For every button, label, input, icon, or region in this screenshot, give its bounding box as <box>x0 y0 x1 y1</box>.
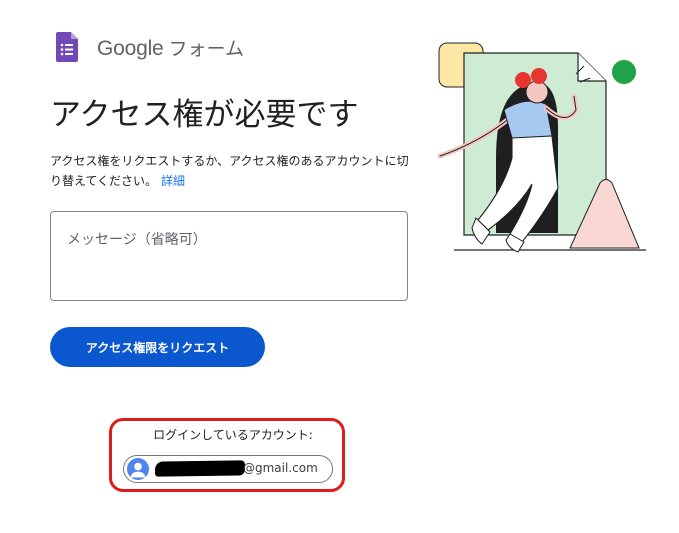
description-text: アクセス権をリクエストするか、アクセス権のあるアカウントに切り替えてください。 <box>50 154 409 188</box>
page-title: アクセス権が必要です <box>50 97 359 133</box>
details-link[interactable]: 詳細 <box>161 174 185 188</box>
request-access-button[interactable]: アクセス権限をリクエスト <box>50 327 265 367</box>
google-forms-icon <box>56 32 78 62</box>
page-description: アクセス権をリクエストするか、アクセス権のあるアカウントに切り替えてください。詳… <box>50 151 410 191</box>
brand-wordmark: Google フォーム <box>97 34 244 61</box>
brand-google-text: Google <box>97 36 164 60</box>
brand-product-name: フォーム <box>168 37 244 60</box>
access-illustration <box>437 42 646 253</box>
message-input[interactable] <box>50 211 408 301</box>
app-logo: Google フォーム <box>56 31 244 63</box>
account-highlight-box <box>109 418 345 492</box>
